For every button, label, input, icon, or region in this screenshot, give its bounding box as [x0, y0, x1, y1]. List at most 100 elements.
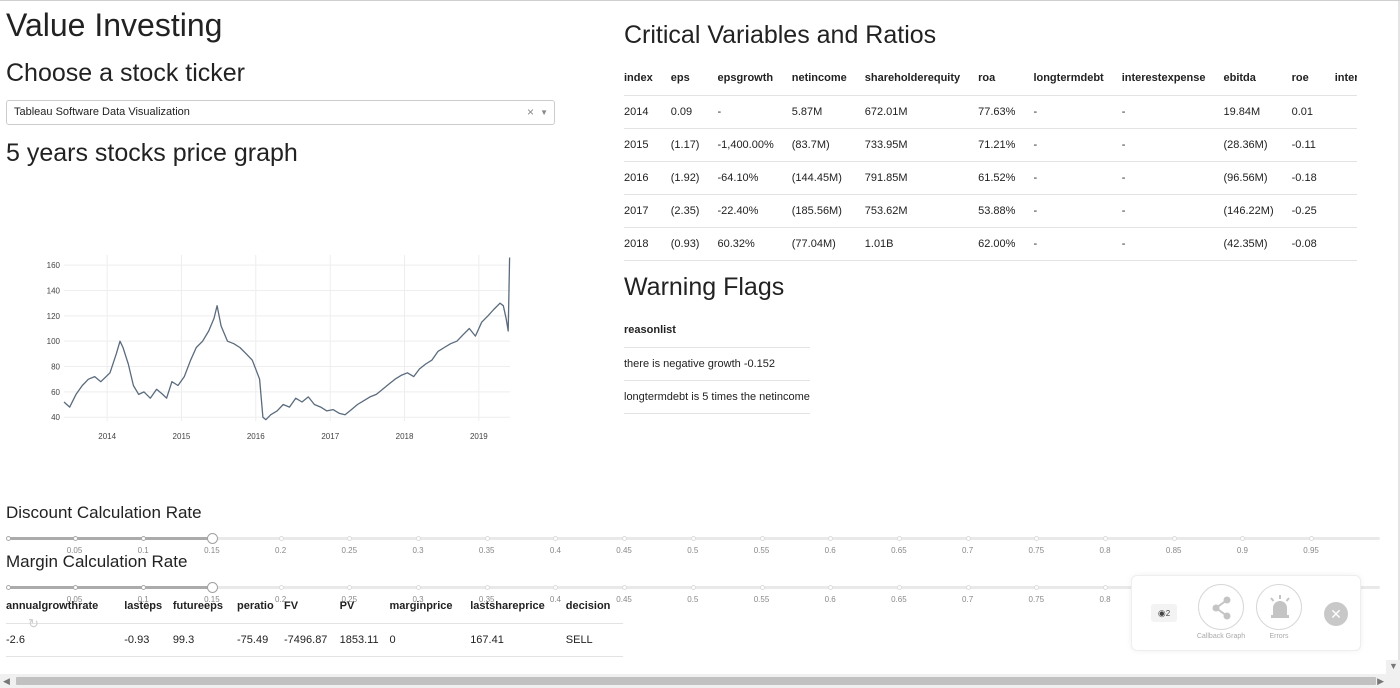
table-cell [1334, 94, 1357, 128]
slider-dot[interactable] [484, 536, 490, 541]
table-cell: -22.40% [717, 193, 792, 227]
arrow-right-icon[interactable]: ▶ [1377, 676, 1384, 687]
slider-dot[interactable] [72, 536, 78, 541]
table-cell: - [1121, 94, 1224, 128]
table-cell: - [1033, 94, 1122, 128]
slider-mark: 0.7 [962, 546, 974, 555]
callback-count-badge[interactable]: ◉2 [1151, 604, 1177, 622]
close-icon[interactable]: ✕ [1324, 602, 1348, 626]
critical-table: index eps epsgrowth netincome shareholderequ… [624, 62, 1357, 261]
horizontal-scrollbar[interactable]: ◀ ▶ [0, 674, 1400, 688]
slider-dot[interactable] [896, 536, 902, 541]
clear-icon[interactable]: × [527, 101, 534, 124]
table-cell: 77.63% [978, 94, 1034, 128]
column-header-epsgrowth: epsgrowth [717, 72, 774, 85]
critical-table-wrapper[interactable]: index eps epsgrowth netincome shareholderequ… [624, 62, 1357, 262]
slider-dot[interactable] [1240, 536, 1246, 541]
discount-rate-slider[interactable]: 0.05 0.1 0.15 0.2 0.25 0.3 0.35 0.4 0.45 0.5 0.55 0… [6, 531, 1380, 557]
slider-dot[interactable] [278, 536, 284, 541]
slider-mark: 0.2 [275, 546, 287, 555]
slider-dot[interactable] [896, 585, 902, 590]
y-tick-label: 160 [47, 261, 61, 270]
slider-dot[interactable] [141, 536, 147, 541]
slider-mark: 0.55 [753, 595, 770, 604]
table-cell [1334, 193, 1357, 227]
slider-mark: 0.75 [1028, 595, 1045, 604]
warning-item: longtermdebt is 5 times the netincome [624, 379, 810, 414]
slider-handle[interactable] [206, 533, 218, 544]
slider-dot[interactable] [347, 536, 353, 541]
table-cell [1334, 127, 1357, 161]
slider-dot[interactable] [1309, 536, 1315, 541]
margin-slider-label: Margin Calculation Rate [6, 552, 188, 571]
table-cell: 71.21% [978, 127, 1034, 161]
table-cell: 61.52% [978, 160, 1034, 194]
table-cell: (144.45M) [791, 160, 865, 194]
price-line [63, 257, 511, 421]
table-cell: -75.49 [237, 622, 284, 657]
slider-dot[interactable] [965, 536, 971, 541]
callback-graph-button[interactable] [1198, 584, 1244, 630]
table-cell: 753.62M [864, 193, 979, 227]
table-cell: (28.36M) [1223, 127, 1292, 161]
slider-dot[interactable] [690, 536, 696, 541]
slider-dot[interactable] [828, 585, 834, 590]
slider-mark: 0.25 [341, 546, 358, 555]
ticker-dropdown[interactable]: Tableau Software Data Visualization × ▼ [6, 100, 555, 125]
alarm-bell-icon [1270, 595, 1290, 618]
table-cell: -0.11 [1291, 127, 1335, 161]
column-header-netincome: netincome [791, 72, 847, 85]
slider-dot[interactable] [690, 585, 696, 590]
table-cell: 62.00% [978, 226, 1034, 261]
slider-mark: 0.15 [204, 546, 220, 555]
table-cell: -64.10% [717, 160, 792, 194]
table-cell: 53.88% [978, 193, 1034, 227]
column-header-interestexpense: interestexpense [1121, 72, 1206, 85]
column-header-roe: roe [1291, 72, 1309, 85]
table-cell: (0.93) [670, 226, 718, 261]
slider-mark: 0.45 [616, 546, 632, 555]
table-cell: 19.84M [1223, 94, 1292, 128]
warning-column-header: reasonlist [624, 324, 676, 337]
chevron-down-icon[interactable]: ▼ [540, 101, 548, 124]
slider-mark: 0.75 [1028, 546, 1045, 555]
scrollbar-thumb[interactable] [16, 677, 1376, 685]
table-row: 2015 (1.17) -1,400.00% (83.7M) 733.95M 71.21%… [624, 127, 1357, 161]
slider-mark: 0.6 [824, 595, 836, 604]
errors-label: Errors [1269, 633, 1289, 640]
slider-mark: 0.95 [1303, 546, 1319, 555]
x-tick-label: 2017 [321, 432, 339, 441]
slider-track[interactable] [6, 586, 212, 589]
slider-dot[interactable] [965, 585, 971, 590]
slider-dot[interactable] [1034, 585, 1040, 590]
errors-button[interactable] [1256, 584, 1302, 630]
x-tick-label: 2018 [396, 432, 414, 441]
table-cell: 167.41 [470, 622, 566, 657]
slider-dot[interactable] [759, 536, 765, 541]
slider-dot[interactable] [1034, 536, 1040, 541]
slider-dot[interactable] [553, 536, 559, 541]
price-chart[interactable]: 40 60 80 100 120 140 160 2014 2015 2016 2017 2018 20… [30, 251, 520, 451]
column-header-decision: decision [565, 600, 611, 613]
slider-track[interactable] [6, 537, 212, 540]
slider-dot[interactable] [6, 536, 11, 541]
slider-dot[interactable] [416, 536, 421, 541]
column-header-eps: eps [670, 72, 690, 85]
slider-dot[interactable] [1103, 536, 1108, 541]
table-cell: (1.92) [670, 160, 718, 194]
slider-dot[interactable] [759, 585, 765, 590]
scroll-down-button[interactable]: ▼ [1386, 660, 1400, 674]
page-title: Value Investing [6, 7, 223, 43]
slider-dot[interactable] [1103, 585, 1108, 590]
slider-dot[interactable] [828, 536, 834, 541]
slider-dot[interactable] [622, 536, 628, 541]
callback-count: 2 [1165, 609, 1171, 618]
table-cell: -0.25 [1291, 193, 1335, 227]
y-tick-label: 140 [47, 286, 61, 295]
column-header-ebitda: ebitda [1223, 72, 1256, 85]
table-row: 2017 (2.35) -22.40% (185.56M) 753.62M 53.88% -… [624, 193, 1357, 227]
arrow-left-icon[interactable]: ◀ [3, 676, 10, 687]
column-header-lasteps: lasteps [124, 600, 163, 613]
slider-dot[interactable] [1171, 536, 1177, 541]
record-icon: ◉ [1157, 608, 1166, 618]
